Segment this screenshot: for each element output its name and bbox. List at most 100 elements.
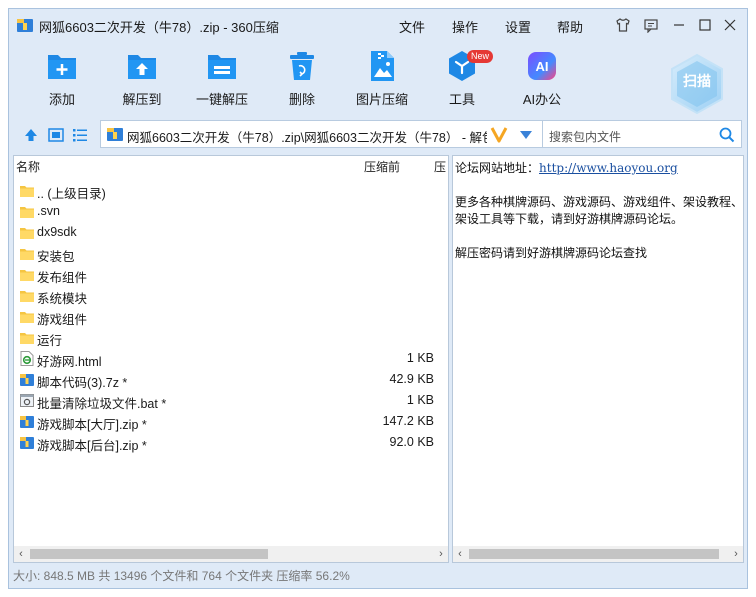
- file-name: 游戏脚本[大厅].zip *: [37, 418, 147, 432]
- menu-help[interactable]: 帮助: [557, 17, 583, 36]
- list-view-icon[interactable]: [71, 126, 89, 144]
- search-input[interactable]: 搜索包内文件: [549, 128, 621, 145]
- archive-file-icon: [20, 372, 34, 387]
- archive-file-icon: [20, 435, 34, 450]
- search-icon[interactable]: [719, 127, 735, 143]
- file-name: 游戏脚本[后台].zip *: [37, 439, 147, 453]
- folder-icon: [20, 288, 34, 303]
- file-size: 92.0 KB: [389, 435, 434, 449]
- search-box[interactable]: 搜索包内文件: [542, 120, 742, 148]
- file-name: 发布组件: [37, 271, 88, 285]
- add-button[interactable]: 添加: [27, 49, 97, 109]
- add-label: 添加: [48, 92, 75, 107]
- up-arrow-icon[interactable]: [22, 126, 40, 144]
- folder-icon: [20, 204, 34, 219]
- window-title: 网狐6603二次开发（牛78）.zip - 360压缩: [39, 20, 279, 35]
- file-name: 运行: [37, 334, 63, 348]
- extract-to-button[interactable]: 解压到: [107, 49, 177, 109]
- file-row[interactable]: 安装包: [14, 243, 448, 264]
- comment-forum-label: 论坛网站地址：: [455, 161, 540, 175]
- scrollbar-thumb[interactable]: [469, 549, 719, 559]
- address-bar[interactable]: 网狐6603二次开发（牛78）.zip\网狐6603二次开发（牛78） - 解包…: [100, 120, 546, 148]
- file-size: 1 KB: [406, 351, 434, 365]
- file-name: 安装包: [37, 250, 75, 264]
- html-file-icon: [20, 351, 34, 366]
- menu-operate[interactable]: 操作: [452, 17, 478, 36]
- menu-settings[interactable]: 设置: [505, 17, 531, 36]
- feedback-icon[interactable]: [641, 15, 661, 35]
- one-click-extract-icon: [208, 55, 236, 79]
- comment-line-3: 架设工具等下载，请到好游棋牌源码论坛。: [455, 212, 684, 226]
- trash-icon: [290, 52, 314, 80]
- one-click-extract-button[interactable]: 一键解压: [187, 49, 257, 109]
- file-name: 系统模块: [37, 292, 88, 306]
- add-icon: [48, 55, 76, 79]
- scroll-right-arrow-icon[interactable]: ›: [434, 546, 448, 562]
- title-bar: 网狐6603二次开发（牛78）.zip - 360压缩 文件 操作 设置 帮助: [9, 9, 747, 41]
- comment-pane: 论坛网站地址：http://www.haoyou.org 更多各种棋牌源码、游戏…: [452, 155, 744, 563]
- file-row[interactable]: 发布组件: [14, 264, 448, 285]
- tools-label: 工具: [448, 92, 475, 107]
- folder-icon: [20, 309, 34, 324]
- file-size: 1 KB: [406, 393, 434, 407]
- file-name: 批量清除垃圾文件.bat *: [37, 397, 167, 411]
- comment-line-4: 解压密码请到好游棋牌源码论坛查找: [455, 246, 648, 260]
- left-horizontal-scrollbar[interactable]: ‹ ›: [14, 546, 448, 562]
- scroll-left-arrow-icon[interactable]: ‹: [453, 546, 467, 562]
- file-name: 脚本代码(3).7z *: [37, 376, 128, 390]
- file-row[interactable]: dx9sdk: [14, 222, 448, 243]
- new-badge: New: [467, 50, 494, 63]
- forum-link[interactable]: http://www.haoyou.org: [539, 161, 678, 175]
- thumbnail-view-icon[interactable]: [47, 126, 65, 144]
- file-row[interactable]: 脚本代码(3).7z * 42.9 KB: [14, 369, 448, 390]
- image-compress-button[interactable]: 图片压缩: [347, 49, 417, 109]
- minimize-icon[interactable]: [669, 15, 689, 35]
- scroll-right-arrow-icon[interactable]: ›: [729, 546, 743, 562]
- extract-to-label: 解压到: [122, 92, 162, 107]
- ai-office-label: AI办公: [522, 92, 562, 107]
- file-row[interactable]: 运行: [14, 327, 448, 348]
- file-row[interactable]: 批量清除垃圾文件.bat * 1 KB: [14, 390, 448, 411]
- column-header-compressed[interactable]: 压: [434, 156, 446, 178]
- ai-office-button[interactable]: AI AI办公: [507, 49, 577, 109]
- file-row[interactable]: 系统模块: [14, 285, 448, 306]
- file-size: 147.2 KB: [382, 414, 434, 428]
- file-row[interactable]: .svn: [14, 201, 448, 222]
- file-row[interactable]: 好游网.html 1 KB: [14, 348, 448, 369]
- scan-label[interactable]: 扫描: [669, 71, 725, 91]
- image-compress-label: 图片压缩: [355, 92, 408, 107]
- comment-line-2: 更多各种棋牌源码、游戏源码、游戏组件、架设教程、: [455, 195, 744, 209]
- app-window: 网狐6603二次开发（牛78）.zip - 360压缩 文件 操作 设置 帮助 …: [8, 8, 748, 589]
- chevron-check-icon[interactable]: [489, 124, 509, 144]
- right-horizontal-scrollbar[interactable]: ‹ ›: [453, 546, 743, 562]
- extract-to-icon: [128, 55, 156, 79]
- menu-file[interactable]: 文件: [399, 17, 425, 36]
- folder-icon: [20, 267, 34, 282]
- file-size: 42.9 KB: [389, 372, 434, 386]
- scrollbar-thumb[interactable]: [30, 549, 268, 559]
- close-icon[interactable]: [720, 15, 740, 35]
- file-name: .svn: [37, 204, 60, 218]
- file-name: dx9sdk: [37, 225, 77, 239]
- scroll-left-arrow-icon[interactable]: ‹: [14, 546, 28, 562]
- file-row[interactable]: 游戏组件: [14, 306, 448, 327]
- address-path: 网狐6603二次开发（牛78）.zip\网狐6603二次开发（牛78） - 解包…: [127, 131, 487, 145]
- status-bar: 大小: 848.5 MB 共 13496 个文件和 764 个文件夹 压缩率 5…: [13, 569, 350, 583]
- skin-icon[interactable]: [613, 15, 633, 35]
- delete-label: 删除: [288, 92, 315, 107]
- archive-icon: [107, 128, 123, 141]
- one-click-extract-label: 一键解压: [195, 92, 248, 107]
- maximize-icon[interactable]: [695, 15, 715, 35]
- image-compress-icon: [371, 51, 394, 81]
- ai-office-icon: AI: [528, 52, 556, 80]
- folder-icon: [20, 225, 34, 240]
- file-name: 游戏组件: [37, 313, 88, 327]
- file-row[interactable]: 游戏脚本[后台].zip * 92.0 KB: [14, 432, 448, 453]
- file-row[interactable]: .. (上级目录): [14, 180, 448, 201]
- column-header-original-size[interactable]: 压缩前: [364, 156, 400, 178]
- archive-app-icon: [17, 19, 33, 32]
- file-row[interactable]: 游戏脚本[大厅].zip * 147.2 KB: [14, 411, 448, 432]
- column-header-name[interactable]: 名称: [16, 156, 40, 178]
- dropdown-arrow-icon[interactable]: [519, 130, 533, 140]
- delete-button[interactable]: 删除: [267, 49, 337, 109]
